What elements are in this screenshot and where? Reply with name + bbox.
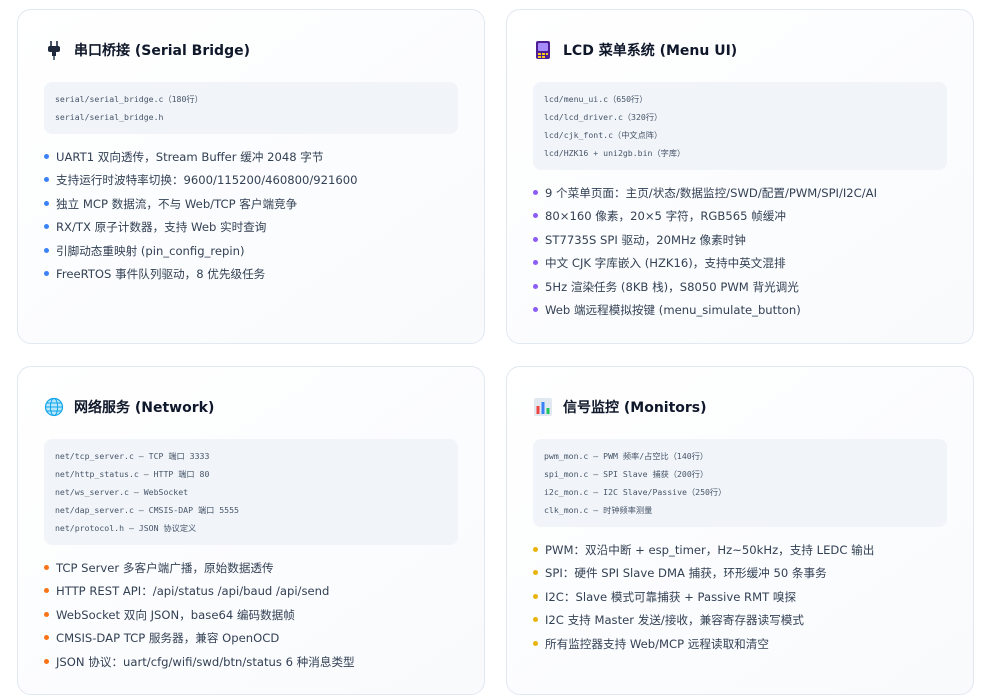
card-title: 串口桥接 (Serial Bridge) [74, 43, 250, 59]
file-entry: pwm_mon.c — PWM 频率/占空比（140行） [544, 451, 709, 461]
file-entry: net/http_status.c — HTTP 端口 80 [55, 469, 210, 479]
feature-item: UART1 双向透传，Stream Buffer 缓冲 2048 字节 [44, 146, 458, 169]
feature-item: ST7735S SPI 驱动，20MHz 像素时钟 [533, 229, 947, 252]
feature-list: 9 个菜单页面：主页/状态/数据监控/SWD/配置/PWM/SPI/I2C/AI… [533, 182, 947, 322]
feature-item: JSON 协议：uart/cfg/wifi/swd/btn/status 6 种… [44, 651, 458, 674]
feature-item: 5Hz 渲染任务 (8KB 栈)，S8050 PWM 背光调光 [533, 276, 947, 299]
feature-item: RX/TX 原子计数器，支持 Web 实时查询 [44, 216, 458, 239]
feature-list: UART1 双向透传，Stream Buffer 缓冲 2048 字节 支持运行… [44, 146, 458, 286]
file-entry: serial/serial_bridge.h [55, 112, 164, 122]
file-entry: i2c_mon.c — I2C Slave/Passive（250行） [544, 487, 727, 497]
file-entry: serial/serial_bridge.c（180行） [55, 94, 203, 104]
file-entry: net/ws_server.c — WebSocket [55, 487, 189, 497]
file-list: serial/serial_bridge.c（180行） serial/seri… [44, 82, 458, 134]
card-serial-bridge: 串口桥接 (Serial Bridge) serial/serial_bridg… [17, 9, 485, 344]
feature-item: 独立 MCP 数据流，不与 Web/TCP 客户端竞争 [44, 193, 458, 216]
feature-item: TCP Server 多客户端广播，原始数据透传 [44, 557, 458, 580]
feature-list: PWM：双沿中断 + esp_timer，Hz~50kHz，支持 LEDC 输出… [533, 539, 947, 656]
card-monitors: 信号监控 (Monitors) pwm_mon.c — PWM 频率/占空比（1… [506, 366, 974, 695]
lcd-screen-icon [533, 40, 553, 60]
file-entry: lcd/HZK16 + uni2gb.bin（字库） [544, 148, 686, 158]
bar-chart-icon [533, 397, 553, 417]
feature-list: TCP Server 多客户端广播，原始数据透传 HTTP REST API：/… [44, 557, 458, 674]
file-entry: clk_mon.c — 时钟频率测量 [544, 505, 653, 515]
feature-item: FreeRTOS 事件队列驱动，8 优先级任务 [44, 263, 458, 286]
card-title: LCD 菜单系统 (Menu UI) [563, 43, 738, 59]
feature-item: 80×160 像素，20×5 字符，RGB565 帧缓冲 [533, 205, 947, 228]
file-entry: net/tcp_server.c — TCP 端口 3333 [55, 451, 210, 461]
file-entry: lcd/menu_ui.c（650行） [544, 94, 648, 104]
feature-item: 引脚动态重映射 (pin_config_repin) [44, 240, 458, 263]
feature-item: WebSocket 双向 JSON，base64 编码数据帧 [44, 604, 458, 627]
file-entry: lcd/lcd_driver.c（320行） [544, 112, 663, 122]
feature-item: PWM：双沿中断 + esp_timer，Hz~50kHz，支持 LEDC 输出 [533, 539, 947, 562]
feature-item: 中文 CJK 字库嵌入 (HZK16)，支持中英文混排 [533, 252, 947, 275]
feature-item: I2C 支持 Master 发送/接收，兼容寄存器读写模式 [533, 609, 947, 632]
card-lcd-menu: LCD 菜单系统 (Menu UI) lcd/menu_ui.c（650行） l… [506, 9, 974, 344]
feature-item: SPI：硬件 SPI Slave DMA 捕获，环形缓冲 50 条事务 [533, 562, 947, 585]
feature-item: CMSIS-DAP TCP 服务器，兼容 OpenOCD [44, 627, 458, 650]
file-list: lcd/menu_ui.c（650行） lcd/lcd_driver.c（320… [533, 82, 947, 170]
feature-item: 9 个菜单页面：主页/状态/数据监控/SWD/配置/PWM/SPI/I2C/AI [533, 182, 947, 205]
file-entry: lcd/cjk_font.c（中文点阵） [544, 130, 663, 140]
file-list: net/tcp_server.c — TCP 端口 3333 net/http_… [44, 439, 458, 545]
globe-icon [44, 397, 64, 417]
card-title: 信号监控 (Monitors) [563, 400, 707, 416]
feature-item: 支持运行时波特率切换：9600/115200/460800/921600 [44, 169, 458, 192]
card-network: 网络服务 (Network) net/tcp_server.c — TCP 端口… [17, 366, 485, 695]
card-monitors-header: 信号监控 (Monitors) [533, 395, 947, 419]
card-title: 网络服务 (Network) [74, 400, 215, 416]
file-entry: spi_mon.c — SPI Slave 捕获（200行） [544, 469, 709, 479]
card-network-header: 网络服务 (Network) [44, 395, 458, 419]
plug-icon [44, 40, 64, 60]
file-entry: net/protocol.h — JSON 协议定义 [55, 523, 197, 533]
file-entry: net/dap_server.c — CMSIS-DAP 端口 5555 [55, 505, 239, 515]
file-list: pwm_mon.c — PWM 频率/占空比（140行） spi_mon.c —… [533, 439, 947, 527]
card-serial-bridge-header: 串口桥接 (Serial Bridge) [44, 38, 458, 62]
feature-item: 所有监控器支持 Web/MCP 远程读取和清空 [533, 633, 947, 656]
feature-item: I2C：Slave 模式可靠捕获 + Passive RMT 嗅探 [533, 586, 947, 609]
feature-item: HTTP REST API：/api/status /api/baud /api… [44, 580, 458, 603]
card-lcd-menu-header: LCD 菜单系统 (Menu UI) [533, 38, 947, 62]
feature-item: Web 端远程模拟按键 (menu_simulate_button) [533, 299, 947, 322]
